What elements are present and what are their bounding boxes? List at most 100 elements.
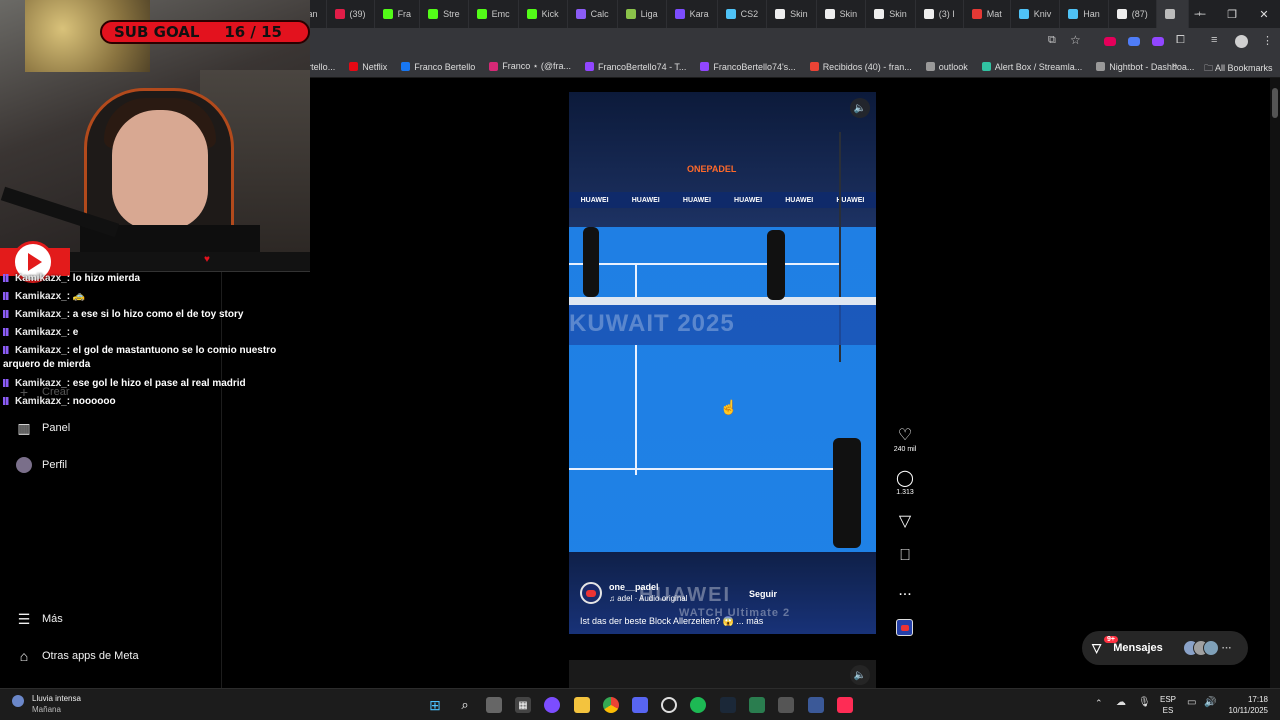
reel-caption[interactable]: Ist das der beste Block Allerzeiten? 😱 .… — [580, 616, 763, 627]
volume-icon[interactable]: 🔊 — [1204, 697, 1216, 708]
browser-menu-icon[interactable]: ⋮ — [1262, 34, 1273, 47]
app-purple-icon[interactable] — [544, 697, 560, 713]
browser-tab[interactable]: Kniv — [1011, 0, 1061, 28]
steam-icon[interactable] — [720, 697, 736, 713]
browser-tab[interactable]: Kick — [519, 0, 568, 28]
browser-tab[interactable]: (87) — [1109, 0, 1157, 28]
reel-video[interactable]: ONEPADEL HUAWEI HUAWEI HUAWEI HUAWEI HUAWEI H… — [569, 92, 876, 634]
save-action[interactable]: ⎕ — [890, 547, 920, 565]
browser-tab[interactable]: CS2 — [718, 0, 768, 28]
browser-tab[interactable]: Han — [1060, 0, 1109, 28]
audio-thumbnail[interactable] — [896, 619, 913, 636]
share-action[interactable]: ▽ — [890, 513, 920, 531]
browser-tab[interactable]: Skin — [866, 0, 916, 28]
clock[interactable]: 17:18 10/11/2025 — [1229, 694, 1268, 716]
browser-tab[interactable]: Fra — [375, 0, 421, 28]
maximize-button[interactable]: ❐ — [1216, 0, 1248, 28]
extension-purple-icon[interactable] — [1152, 37, 1164, 46]
app-monitor-icon[interactable] — [808, 697, 824, 713]
browser-tab[interactable]: Stre — [420, 0, 469, 28]
tab-label: Liga — [640, 9, 658, 19]
comment-count: 1.313 — [896, 489, 914, 496]
task-view-icon[interactable] — [486, 697, 502, 713]
comment-icon[interactable]: ◯ — [890, 470, 920, 488]
monitor-icon[interactable]: ▭ — [1187, 697, 1196, 708]
more-bookmarks-icon[interactable]: » — [1172, 60, 1178, 71]
sidebar-item-mas[interactable]: ☰ Más — [16, 611, 63, 627]
bookmark-item[interactable]: Nightbot - Dashboa... — [1089, 62, 1201, 72]
app-gear-icon[interactable] — [778, 697, 794, 713]
mute-icon[interactable]: 🔈 — [850, 665, 870, 685]
browser-tab[interactable]: Skin — [767, 0, 817, 28]
close-window-button[interactable]: ✕ — [1248, 0, 1280, 28]
sidebar-item-perfil[interactable]: Perfil — [16, 457, 67, 473]
mic-icon[interactable]: 🎙 — [1138, 697, 1151, 708]
language-indicator[interactable]: ESP ES — [1160, 694, 1176, 716]
follow-button[interactable]: Seguir — [749, 589, 777, 599]
tab-favicon-icon — [476, 9, 487, 19]
browser-tab[interactable]: (3) I — [916, 0, 964, 28]
browser-tab[interactable]: (39) — [327, 0, 375, 28]
reel-audio[interactable]: ♫ adel · Audio original — [609, 594, 688, 603]
more-action[interactable]: ... — [890, 582, 920, 600]
page-scrollbar[interactable] — [1270, 78, 1280, 688]
install-icon[interactable]: ⧉ — [1048, 34, 1056, 47]
reel-author-avatar[interactable] — [580, 582, 602, 604]
streamer-face — [112, 110, 208, 230]
bookmark-item[interactable]: outlook — [919, 62, 975, 72]
bookmark-item[interactable]: Recibidos (40) - fran... — [803, 62, 919, 72]
sidebar-item-panel[interactable]: ▥ Panel — [16, 420, 70, 436]
like-action[interactable]: ♡ 240 mil — [890, 427, 920, 453]
profile-avatar[interactable] — [1235, 35, 1248, 48]
bookmark-favicon-icon — [1096, 62, 1106, 71]
app-dark-icon[interactable] — [661, 697, 677, 713]
tab-favicon-icon — [1068, 9, 1079, 19]
cloud-icon[interactable]: ☁ — [1116, 697, 1126, 708]
extensions-puzzle-icon[interactable]: ⧠ — [1176, 34, 1185, 47]
sidebar-item-meta-apps[interactable]: ⌂ Otras apps de Meta — [16, 648, 139, 664]
browser-tab[interactable]: Calc — [568, 0, 618, 28]
send-icon[interactable]: ▽ — [890, 513, 920, 531]
bookmark-item[interactable]: Franco ⋆ (@fra... — [482, 61, 578, 72]
reel-username[interactable]: one__padel — [609, 582, 659, 592]
sidebar-item-label: Otras apps de Meta — [42, 650, 139, 662]
browser-tab[interactable]: Liga — [618, 0, 667, 28]
media-control-icon[interactable]: ≡ — [1211, 34, 1217, 46]
next-reel-preview[interactable] — [569, 660, 876, 688]
messages-button[interactable]: ▽ 9+ Mensajes ··· — [1082, 631, 1248, 665]
start-icon[interactable]: ⊞ — [427, 697, 443, 713]
bookmark-icon[interactable]: ⎕ — [890, 547, 920, 565]
spotify-icon[interactable] — [690, 697, 706, 713]
tiktok-icon[interactable] — [837, 697, 853, 713]
bookmark-item[interactable]: Alert Box / Streamla... — [975, 62, 1090, 72]
bookmark-item[interactable]: Netflix — [342, 62, 394, 72]
tray-chevron-icon[interactable]: ⌃ — [1095, 698, 1103, 709]
scrollbar-thumb[interactable] — [1272, 88, 1278, 118]
tab-label: (87) — [1131, 9, 1148, 19]
browser-tab[interactable]: Mat — [964, 0, 1011, 28]
bookmark-item[interactable]: Franco Bertello — [394, 62, 482, 72]
store-icon[interactable]: ▦ — [515, 697, 531, 713]
minimize-button[interactable]: — — [1184, 0, 1216, 28]
heart-icon[interactable]: ♡ — [890, 427, 920, 445]
banner-text: HUAWEI — [682, 196, 711, 204]
bookmark-item[interactable]: FrancoBertello74 - T... — [578, 62, 693, 72]
browser-tab[interactable]: Skin — [817, 0, 867, 28]
bookmark-star-icon[interactable]: ☆ — [1070, 33, 1081, 47]
discord-icon[interactable] — [632, 697, 648, 713]
extension-red-icon[interactable] — [1104, 37, 1116, 46]
browser-tab[interactable]: Kara — [667, 0, 718, 28]
search-icon[interactable]: ⌕ — [457, 697, 473, 713]
all-bookmarks-link[interactable]: 🗀 All Bookmarks — [1204, 61, 1273, 77]
browser-tab[interactable]: Emc — [469, 0, 519, 28]
bookmark-favicon-icon — [700, 62, 710, 71]
comment-action[interactable]: ◯ 1.313 — [890, 470, 920, 496]
more-options-icon[interactable]: ... — [890, 582, 920, 600]
bookmark-item[interactable]: FrancoBertello74's... — [693, 62, 802, 72]
extension-blue-icon[interactable] — [1128, 37, 1140, 46]
bookmark-favicon-icon — [925, 62, 935, 71]
chrome-icon[interactable] — [603, 697, 619, 713]
app-triangle-icon[interactable] — [749, 697, 765, 713]
mute-icon[interactable]: 🔈 — [850, 98, 870, 118]
file-explorer-icon[interactable] — [574, 697, 590, 713]
